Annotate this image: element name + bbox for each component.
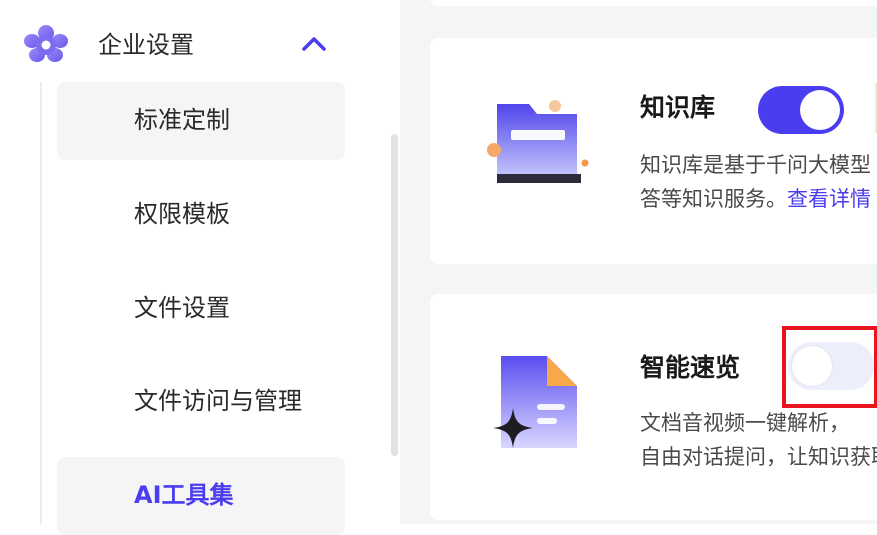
chevron-up-icon[interactable] <box>300 30 328 58</box>
sidebar-item-ai-tools[interactable]: AI工具集 <box>57 457 345 535</box>
card-desc-line: 答等知识服务。查看详情 <box>640 184 877 215</box>
sidebar-item-label: 文件访问与管理 <box>134 387 302 415</box>
group-title: 企业设置 <box>98 31 194 59</box>
main-content: 知识库 知识库是基于千问大模型 答等知识服务。查看详情 智能速览 文档音视频一键… <box>400 0 877 524</box>
sidebar-item-label: AI工具集 <box>134 481 234 509</box>
toggle-knob <box>800 90 840 130</box>
knowledge-base-folder-icon <box>487 100 589 183</box>
previous-card <box>430 0 877 6</box>
highlight-box <box>782 326 877 408</box>
sidebar-scrollbar[interactable] <box>391 134 398 456</box>
sidebar-item-label: 标准定制 <box>134 106 230 134</box>
sidebar-item-file-settings[interactable]: 文件设置 <box>57 270 345 348</box>
sidebar: 企业设置 标准定制 权限模板 文件设置 文件访问与管理 AI工具集 <box>0 0 400 535</box>
sidebar-item-standard-custom[interactable]: 标准定制 <box>57 82 345 160</box>
card-desc-line: 自由对话提问，让知识获取 <box>640 445 877 469</box>
card-desc-text: 答等知识服务。 <box>640 187 787 211</box>
card-title: 智能速览 <box>640 353 741 382</box>
knowledge-base-card: 知识库 知识库是基于千问大模型 答等知识服务。查看详情 <box>430 38 877 264</box>
view-details-link[interactable]: 查看详情 <box>787 187 871 211</box>
card-desc-line: 文档音视频一键解析， <box>640 411 850 435</box>
tree-line <box>40 82 42 524</box>
card-desc-line: 知识库是基于千问大模型 <box>640 153 871 177</box>
sidebar-item-permission-template[interactable]: 权限模板 <box>57 176 345 254</box>
sidebar-item-file-access[interactable]: 文件访问与管理 <box>57 363 345 441</box>
enterprise-settings-group-header[interactable]: 企业设置 <box>0 20 400 70</box>
sidebar-item-label: 文件设置 <box>134 294 230 322</box>
smart-preview-document-icon <box>493 356 577 448</box>
sidebar-item-label: 权限模板 <box>134 200 230 228</box>
flower-gear-icon <box>24 25 68 62</box>
card-title: 知识库 <box>640 93 716 122</box>
knowledge-base-toggle[interactable] <box>758 86 844 134</box>
